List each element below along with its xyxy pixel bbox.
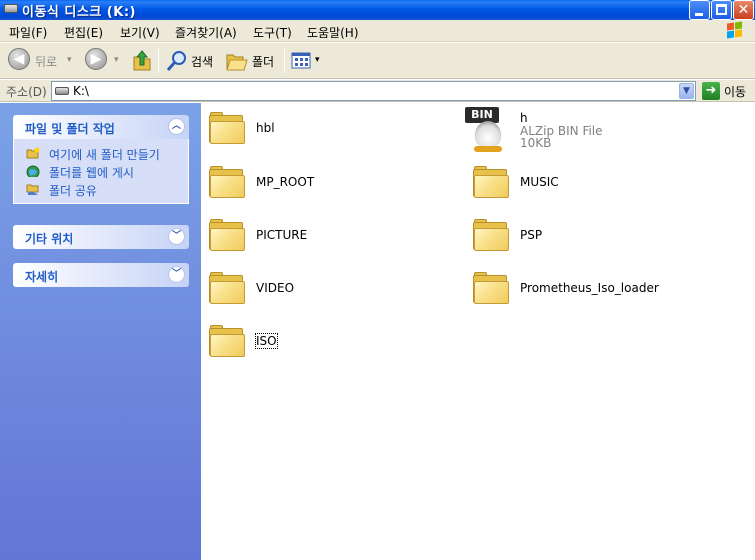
back-dropdown-icon[interactable]: ▾	[67, 55, 72, 65]
back-arrow-icon[interactable]: ◀	[8, 48, 30, 70]
folder-icon	[209, 165, 245, 199]
window-title: 이동식 디스크 (K:)	[22, 5, 136, 20]
menu-favorites[interactable]: 즐겨찾기(A)	[175, 24, 237, 41]
item-name: Prometheus_Iso_loader	[520, 281, 659, 295]
folder-icon	[473, 271, 509, 305]
folder-icon	[209, 271, 245, 305]
folder-item[interactable]: MP_ROOT	[201, 159, 451, 207]
alzip-bin-file-icon: BIN	[465, 107, 509, 153]
folder-item[interactable]: ISO	[201, 318, 451, 366]
folder-icon	[209, 218, 245, 252]
removable-disk-icon	[4, 4, 18, 13]
folder-icon	[473, 218, 509, 252]
panel-title: 자세히	[25, 270, 59, 284]
folder-item[interactable]: PSP	[465, 212, 715, 260]
minimize-button[interactable]	[689, 0, 710, 20]
address-bar: 주소(D) K:\ ▼ ➜ 이동	[0, 80, 755, 102]
go-button-label[interactable]: 이동	[724, 83, 746, 100]
address-value[interactable]: K:\	[73, 84, 89, 98]
folder-item[interactable]: hbl	[201, 105, 451, 153]
folder-icon	[209, 111, 245, 145]
close-icon: ✕	[737, 2, 750, 18]
item-name: PICTURE	[256, 228, 308, 242]
views-dropdown-icon[interactable]: ▾	[315, 55, 320, 65]
folders-button-label[interactable]: 폴더	[252, 53, 274, 70]
address-dropdown-icon[interactable]: ▼	[679, 83, 694, 99]
folder-item[interactable]: VIDEO	[201, 265, 451, 313]
views-icon[interactable]	[291, 51, 313, 71]
item-name: VIDEO	[256, 281, 295, 295]
menu-help[interactable]: 도움말(H)	[307, 24, 359, 41]
file-list-view[interactable]: hbl BIN h ALZip BIN File 10KB MP_ROOT MU…	[201, 103, 755, 560]
title-bar[interactable]: 이동식 디스크 (K:) ✕	[0, 0, 755, 20]
task-label[interactable]: 여기에 새 폴더 만들기	[49, 146, 160, 163]
minimize-icon	[695, 13, 703, 16]
task-publish-web[interactable]: 폴더를 웹에 게시	[14, 163, 188, 181]
file-item[interactable]: BIN h ALZip BIN File 10KB	[465, 105, 715, 153]
other-places-header[interactable]: 기타 위치 ﹀	[13, 225, 189, 249]
forward-arrow-icon[interactable]: ▶	[85, 48, 107, 70]
menu-file[interactable]: 파일(F)	[9, 24, 47, 41]
task-label[interactable]: 폴더를 웹에 게시	[49, 164, 134, 181]
folder-item[interactable]: PICTURE	[201, 212, 451, 260]
menu-edit[interactable]: 편집(E)	[64, 24, 103, 41]
address-label: 주소(D)	[6, 85, 47, 99]
details-panel: 자세히 ﹀	[13, 263, 189, 287]
task-pane: 파일 및 폴더 작업 ︿ 여기에 새 폴더 만들기 폴더를 웹에 게시 폴더 공…	[0, 103, 201, 560]
collapse-chevron-icon[interactable]: ︿	[168, 118, 185, 135]
item-name: MP_ROOT	[256, 175, 315, 189]
go-arrow-icon[interactable]: ➜	[702, 82, 720, 100]
panel-title: 기타 위치	[25, 232, 74, 246]
item-name: hbl	[256, 121, 275, 135]
folder-item[interactable]: MUSIC	[465, 159, 715, 207]
file-folder-tasks-header[interactable]: 파일 및 폴더 작업 ︿	[13, 115, 189, 139]
forward-dropdown-icon[interactable]: ▾	[114, 55, 119, 65]
panel-body: 여기에 새 폴더 만들기 폴더를 웹에 게시 폴더 공유	[13, 139, 189, 204]
drive-icon	[55, 87, 69, 95]
search-icon[interactable]	[165, 49, 189, 73]
folder-item[interactable]: Prometheus_Iso_loader	[465, 265, 715, 313]
new-folder-icon	[26, 147, 40, 159]
task-share-folder[interactable]: 폴더 공유	[14, 181, 188, 199]
file-folder-tasks-panel: 파일 및 폴더 작업 ︿ 여기에 새 폴더 만들기 폴더를 웹에 게시 폴더 공…	[13, 115, 189, 204]
menu-tools[interactable]: 도구(T)	[253, 24, 292, 41]
globe-icon	[26, 165, 40, 177]
folder-icon	[209, 324, 245, 358]
maximize-button[interactable]	[711, 0, 732, 20]
address-input[interactable]: K:\ ▼	[51, 81, 696, 101]
details-header[interactable]: 자세히 ﹀	[13, 263, 189, 287]
task-new-folder[interactable]: 여기에 새 폴더 만들기	[14, 145, 188, 163]
back-button-label[interactable]: 뒤로	[35, 53, 57, 70]
shared-folder-icon	[26, 184, 39, 195]
toolbar: ◀ 뒤로 ▾ ▶ ▾ 검색 폴더 ▾	[0, 43, 755, 79]
panel-title: 파일 및 폴더 작업	[25, 122, 115, 136]
menu-bar: 파일(F) 편집(E) 보기(V) 즐겨찾기(A) 도구(T) 도움말(H)	[0, 20, 755, 42]
search-button-label[interactable]: 검색	[191, 53, 213, 70]
item-name: h	[520, 111, 528, 125]
close-button[interactable]: ✕	[733, 0, 754, 20]
toolbar-separator	[158, 49, 159, 73]
menu-view[interactable]: 보기(V)	[120, 24, 160, 41]
file-size: 10KB	[520, 136, 552, 150]
item-name: PSP	[520, 228, 543, 242]
maximize-icon	[716, 4, 727, 15]
item-name: ISO	[255, 333, 278, 349]
folders-icon[interactable]	[225, 50, 249, 72]
toolbar-separator	[284, 49, 285, 73]
bin-label: BIN	[465, 107, 499, 123]
expand-chevron-icon[interactable]: ﹀	[168, 228, 185, 245]
up-folder-icon[interactable]	[131, 49, 153, 73]
other-places-panel: 기타 위치 ﹀	[13, 225, 189, 249]
expand-chevron-icon[interactable]: ﹀	[168, 266, 185, 283]
folder-icon	[473, 165, 509, 199]
windows-logo-icon	[721, 20, 747, 41]
item-name: MUSIC	[520, 175, 559, 189]
task-label[interactable]: 폴더 공유	[49, 182, 97, 199]
